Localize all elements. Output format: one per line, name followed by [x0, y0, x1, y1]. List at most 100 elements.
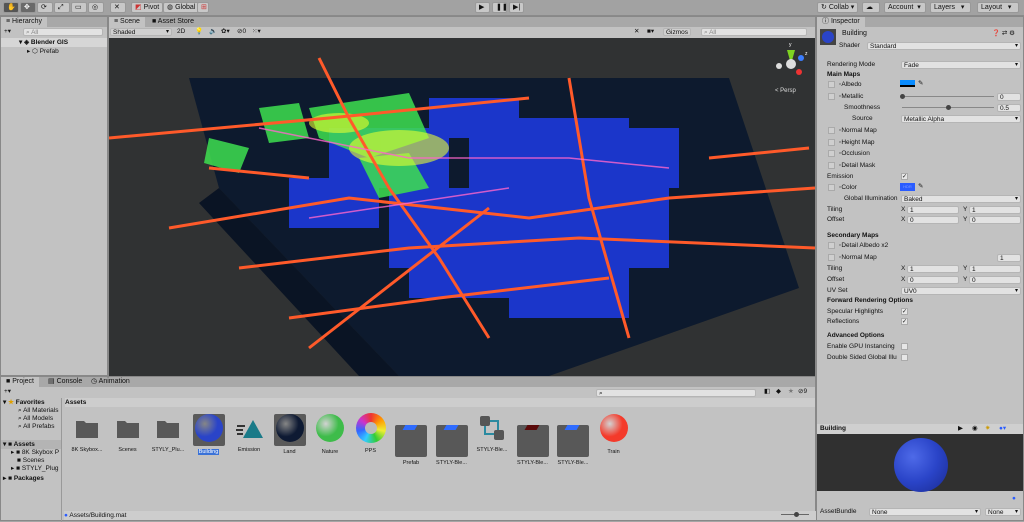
- detail-normal-slot[interactable]: [828, 254, 835, 261]
- hierarchy-item-blender-gis[interactable]: ▾ ◈ Blender GIS: [1, 38, 107, 47]
- shading-mode-dropdown[interactable]: Shaded: [110, 28, 172, 36]
- asset-item[interactable]: Nature: [312, 412, 348, 455]
- asset-item[interactable]: Train: [596, 412, 632, 455]
- account-dropdown[interactable]: Account ▾: [884, 2, 926, 13]
- orientation-gizmo[interactable]: y z: [771, 42, 811, 84]
- offset2-x[interactable]: 0: [907, 276, 959, 284]
- create-button[interactable]: +▾: [4, 27, 11, 36]
- albedo-slot[interactable]: [828, 81, 835, 88]
- favorite-star-icon[interactable]: ★: [788, 387, 794, 396]
- audio-toggle[interactable]: 🔈: [209, 27, 217, 36]
- tiling2-x[interactable]: 1: [907, 265, 959, 273]
- snap-toggle[interactable]: ⊞: [197, 2, 209, 13]
- tiling2-y[interactable]: 1: [969, 265, 1021, 273]
- albedo-color-swatch[interactable]: [900, 80, 915, 87]
- preview-play-icon[interactable]: ▶: [958, 424, 963, 433]
- emission-checkbox[interactable]: ✓: [901, 173, 908, 180]
- tree-all-prefabs[interactable]: ⌕ All Prefabs: [18, 422, 55, 431]
- offset2-y[interactable]: 0: [969, 276, 1021, 284]
- 2d-toggle[interactable]: 2D: [177, 27, 185, 36]
- transform-tool-button[interactable]: ◎: [88, 2, 104, 13]
- asset-item[interactable]: 8K Skybox...: [69, 412, 105, 453]
- collab-dropdown[interactable]: ↻ Collab ▾: [817, 2, 859, 13]
- create-asset-button[interactable]: +▾: [4, 387, 11, 396]
- metallic-value[interactable]: 0: [997, 93, 1021, 101]
- asset-item[interactable]: STYLY-Ble...: [555, 412, 591, 466]
- tab-scene[interactable]: ≡ Scene: [109, 17, 145, 27]
- assetbundle-dropdown[interactable]: None: [869, 508, 981, 516]
- specular-checkbox[interactable]: ✓: [901, 308, 908, 315]
- icon-size-slider[interactable]: [781, 512, 809, 517]
- hierarchy-search[interactable]: ⌕ All: [23, 28, 103, 36]
- preview-shape-dropdown[interactable]: ●▾: [999, 424, 1006, 433]
- tab-asset-store[interactable]: ■ Asset Store: [147, 17, 199, 27]
- tab-hierarchy[interactable]: ≡ Hierarchy: [1, 17, 47, 27]
- eyedropper-icon[interactable]: ✎: [918, 182, 923, 191]
- projection-toggle[interactable]: < Persp: [775, 88, 796, 94]
- effects-dropdown[interactable]: ✿▾: [221, 27, 230, 36]
- normal-map-slot[interactable]: [828, 127, 835, 134]
- height-map-slot[interactable]: [828, 139, 835, 146]
- uv-set-dropdown[interactable]: UV0: [901, 287, 1021, 295]
- global-toggle[interactable]: ◍ Global: [163, 2, 200, 13]
- layers-dropdown[interactable]: Layers ▾: [930, 2, 971, 13]
- scale-tool-button[interactable]: ⤢: [54, 2, 70, 13]
- hierarchy-item-prefab[interactable]: ▸ ⬡ Prefab: [27, 47, 59, 56]
- asset-item[interactable]: Scenes: [110, 412, 146, 453]
- asset-item[interactable]: STYLY-Ble...: [474, 412, 510, 453]
- tiling-x[interactable]: 1: [907, 206, 959, 214]
- normal-scale[interactable]: 1: [997, 254, 1021, 262]
- eyedropper-icon[interactable]: ✎: [918, 79, 923, 88]
- tiling-y[interactable]: 1: [969, 206, 1021, 214]
- smoothness-value[interactable]: 0.5: [997, 104, 1021, 112]
- emission-color-slot[interactable]: [828, 184, 835, 191]
- asset-item[interactable]: PPS: [353, 412, 389, 454]
- gizmos-dropdown[interactable]: Gizmos: [663, 28, 691, 36]
- offset-x[interactable]: 0: [907, 216, 959, 224]
- header-actions[interactable]: ❓ ⇄ ⚙: [992, 29, 1015, 38]
- scene-search[interactable]: ⌕ All: [701, 28, 807, 36]
- project-search[interactable]: ⌕: [596, 389, 756, 397]
- detail-mask-slot[interactable]: [828, 162, 835, 169]
- detail-albedo-slot[interactable]: [828, 242, 835, 249]
- hidden-packages-toggle[interactable]: ⊘9: [798, 387, 807, 396]
- tree-folder[interactable]: ▸ ■ STYLY_Plug: [11, 464, 59, 473]
- lighting-toggle[interactable]: 💡: [195, 27, 203, 36]
- hidden-objects-toggle[interactable]: ⊘0: [237, 27, 246, 36]
- variant-dropdown[interactable]: None: [985, 508, 1021, 516]
- material-preview[interactable]: [817, 434, 1023, 492]
- tab-console[interactable]: ▤ Console: [43, 377, 87, 387]
- asset-item[interactable]: Emission: [231, 412, 267, 453]
- asset-item[interactable]: Land: [272, 412, 308, 455]
- reflections-checkbox[interactable]: ✓: [901, 318, 908, 325]
- rect-tool-button[interactable]: ▭: [71, 2, 87, 13]
- camera-dropdown[interactable]: ■▾: [647, 27, 654, 36]
- tree-packages[interactable]: ▸ ■ Packages: [3, 474, 44, 483]
- source-dropdown[interactable]: Metallic Alpha: [901, 115, 1021, 123]
- rotate-tool-button[interactable]: ⟳: [37, 2, 53, 13]
- double-sided-gi-checkbox[interactable]: [901, 354, 908, 361]
- hand-tool-button[interactable]: ✋: [3, 2, 19, 13]
- play-button[interactable]: ▶: [475, 2, 490, 13]
- scene-viewport[interactable]: y z < Persp: [109, 38, 815, 376]
- layout-dropdown[interactable]: Layout ▾: [977, 2, 1019, 13]
- tab-project[interactable]: ■ Project: [1, 377, 39, 387]
- cloud-button[interactable]: ☁: [862, 2, 880, 13]
- pause-button[interactable]: ❚❚: [492, 2, 508, 13]
- gpu-instancing-checkbox[interactable]: [901, 343, 908, 350]
- shader-dropdown[interactable]: Standard: [867, 42, 1021, 50]
- rendering-mode-dropdown[interactable]: Fade: [901, 61, 1021, 69]
- smoothness-slider[interactable]: [902, 105, 994, 110]
- preview-mesh-icon[interactable]: ◉: [972, 424, 978, 433]
- tab-animation[interactable]: ◷ Animation: [86, 377, 135, 387]
- tab-inspector[interactable]: ⓘ Inspector: [817, 17, 865, 27]
- asset-item[interactable]: STYLY-Ble...: [515, 412, 551, 466]
- asset-item[interactable]: Prefab: [393, 412, 429, 466]
- tools-icon[interactable]: ✕: [634, 27, 639, 36]
- filter-label-icon[interactable]: ◆: [776, 387, 781, 396]
- step-button[interactable]: ▶|: [509, 2, 524, 13]
- grid-toggle[interactable]: ⁙▾: [252, 27, 261, 36]
- metallic-slider[interactable]: [900, 94, 994, 99]
- custom-tool-button[interactable]: ✕: [110, 2, 126, 13]
- gi-dropdown[interactable]: Baked: [901, 195, 1021, 203]
